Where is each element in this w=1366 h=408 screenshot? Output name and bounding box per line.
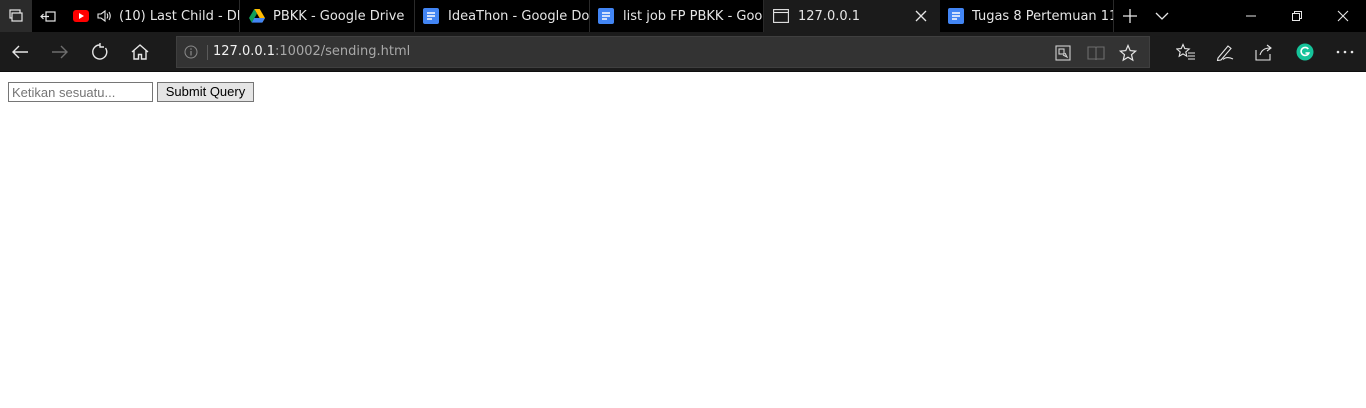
home-button[interactable] [120, 36, 160, 68]
grammarly-extension-button[interactable] [1285, 36, 1325, 68]
tab-google-drive[interactable]: PBKK - Google Drive [240, 0, 415, 32]
speaker-icon[interactable] [97, 8, 113, 24]
tab-title: IdeaThon - Google Dok [448, 8, 589, 24]
grammarly-icon [1296, 43, 1314, 61]
text-input[interactable] [8, 82, 153, 102]
set-aside-tabs-button[interactable] [32, 0, 64, 32]
extension-icon[interactable] [1053, 43, 1073, 63]
google-docs-icon [948, 8, 964, 24]
pen-icon [1216, 45, 1234, 61]
tab-title: Tugas 8 Pertemuan 11 [972, 8, 1113, 24]
address-bar[interactable]: 127.0.0.1:10002/sending.html [176, 36, 1150, 68]
address-divider [207, 45, 208, 60]
arrow-right-icon [52, 45, 68, 59]
minimize-button[interactable] [1228, 0, 1274, 32]
share-button[interactable] [1245, 36, 1285, 68]
more-dots-icon [1336, 50, 1354, 54]
arrow-left-icon [12, 45, 28, 59]
tab-title: 127.0.0.1 [798, 8, 861, 24]
settings-more-button[interactable] [1325, 36, 1365, 68]
share-icon [1255, 44, 1272, 61]
plus-icon [1123, 9, 1137, 23]
page-icon [773, 8, 789, 24]
tab-title: list job FP PBKK - Goog [623, 8, 763, 24]
tab-youtube[interactable]: (10) Last Child - DL [64, 0, 240, 32]
close-icon [1337, 10, 1349, 22]
back-button[interactable] [0, 36, 40, 68]
chevron-down-icon [1155, 12, 1169, 20]
tab-title: PBKK - Google Drive [273, 8, 405, 24]
tab-tugas-docs[interactable]: Tugas 8 Pertemuan 11 [940, 0, 1114, 32]
restore-icon [1292, 11, 1302, 21]
tab-strip: (10) Last Child - DL PBKK - Google Drive… [0, 0, 1366, 32]
reading-view-icon[interactable] [1086, 43, 1106, 63]
home-icon [131, 44, 149, 60]
refresh-icon [92, 43, 108, 60]
refresh-button[interactable] [80, 36, 120, 68]
page-content: Submit Query [0, 73, 1366, 408]
favorites-list-icon [1176, 43, 1195, 60]
tab-manager-button[interactable] [0, 0, 32, 32]
google-docs-icon [423, 8, 439, 24]
submit-query-button[interactable]: Submit Query [157, 82, 254, 102]
web-note-button[interactable] [1205, 36, 1245, 68]
set-aside-icon [40, 11, 56, 22]
favorite-star-icon[interactable] [1118, 43, 1138, 63]
url-host: 127.0.0.1 [213, 44, 276, 59]
forward-button[interactable] [40, 36, 80, 68]
google-docs-icon [598, 8, 614, 24]
close-tab-icon[interactable] [914, 9, 928, 23]
minimize-icon [1246, 15, 1256, 17]
restore-button[interactable] [1274, 0, 1320, 32]
new-tab-button[interactable] [1114, 0, 1146, 32]
tab-localhost-active[interactable]: 127.0.0.1 [764, 0, 940, 32]
youtube-icon [73, 8, 89, 24]
tab-manager-icon [9, 9, 23, 22]
navigation-bar: 127.0.0.1:10002/sending.html [0, 32, 1366, 72]
address-url[interactable]: 127.0.0.1:10002/sending.html [213, 44, 410, 60]
info-icon[interactable] [183, 44, 199, 60]
tab-list-job-docs[interactable]: list job FP PBKK - Goog [590, 0, 764, 32]
tab-ideathon-docs[interactable]: IdeaThon - Google Dok [415, 0, 590, 32]
favorites-hub-button[interactable] [1166, 36, 1206, 68]
google-drive-icon [249, 8, 265, 24]
close-window-button[interactable] [1320, 0, 1366, 32]
tab-preview-toggle[interactable] [1146, 0, 1178, 32]
tab-title: (10) Last Child - DL [119, 8, 239, 24]
url-path: :10002/sending.html [275, 44, 411, 59]
